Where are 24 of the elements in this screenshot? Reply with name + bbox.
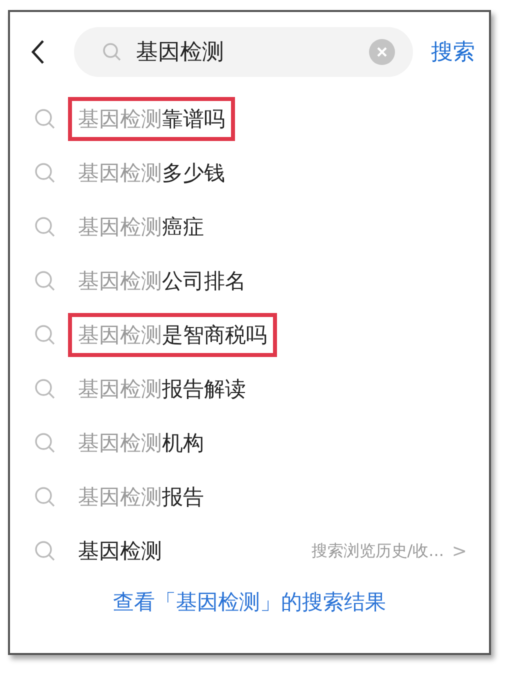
search-button[interactable]: 搜索 — [431, 37, 475, 67]
search-icon — [102, 42, 122, 62]
search-icon — [34, 216, 56, 238]
chevron-icon: > — [452, 540, 467, 562]
search-icon — [34, 432, 56, 454]
suggestion-item[interactable]: 基因检测报告解读 — [68, 367, 256, 411]
back-icon[interactable] — [30, 39, 46, 65]
suggestion-item[interactable]: 基因检测公司排名 — [68, 259, 256, 303]
search-results-link[interactable]: 查看「基因检测」的搜索结果 — [113, 588, 386, 616]
suggestion-item[interactable]: 基因检测癌症 — [68, 205, 214, 249]
suggestion-item[interactable]: 基因检测是智商税吗 — [68, 313, 277, 357]
search-icon — [34, 162, 56, 184]
search-icon — [34, 540, 56, 562]
search-icon — [34, 486, 56, 508]
search-icon — [34, 270, 56, 292]
search-icon — [34, 378, 56, 400]
suggestion-item[interactable]: 基因检测 — [68, 529, 172, 573]
search-icon — [34, 108, 56, 130]
suggestion-item[interactable]: 基因检测报告 — [68, 475, 214, 519]
suggestion-item[interactable]: 基因检测机构 — [68, 421, 214, 465]
suggestion-item[interactable]: 基因检测多少钱 — [68, 151, 235, 195]
suggestion-item[interactable]: 基因检测靠谱吗 — [68, 97, 235, 141]
search-icon — [34, 324, 56, 346]
search-field[interactable]: 基因检测 — [74, 27, 413, 77]
